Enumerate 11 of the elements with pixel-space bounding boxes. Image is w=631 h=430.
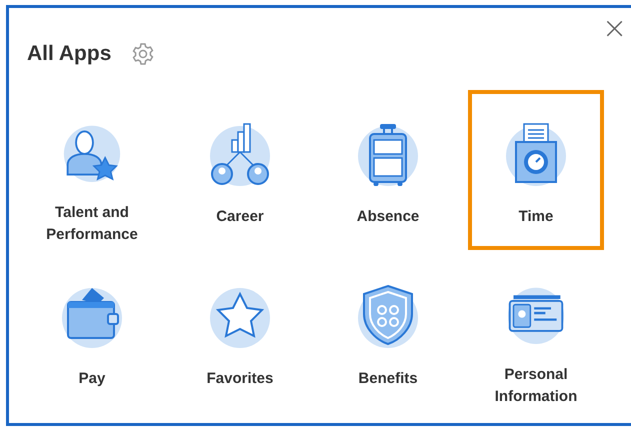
app-label: Favorites: [206, 369, 274, 389]
app-label: Career: [215, 207, 265, 227]
dialog-title: All Apps: [27, 42, 112, 66]
app-label: Time: [518, 207, 554, 227]
app-tile[interactable]: Time: [468, 90, 604, 250]
app-label: Personal Information: [494, 365, 578, 407]
close-button[interactable]: ×: [598, 14, 631, 44]
app-label: Talent and Performance: [45, 203, 139, 245]
app-label: Pay: [78, 369, 106, 389]
app-label: Benefits: [357, 369, 419, 389]
app-label: Absence: [356, 207, 420, 227]
